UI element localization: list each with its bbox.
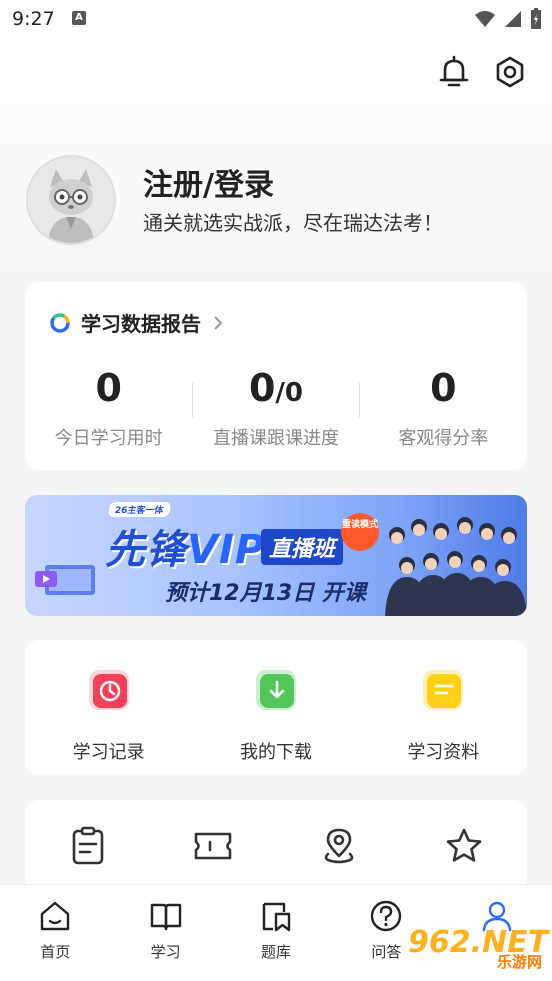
stat-label: 客观得分率 bbox=[398, 428, 489, 449]
stat-label: 直播课跟课进度 bbox=[212, 428, 339, 449]
ticket-icon bbox=[194, 832, 232, 860]
download-icon bbox=[255, 670, 296, 710]
tool-my-downloads[interactable]: 我的下载 bbox=[192, 640, 359, 775]
settings-hex-icon[interactable] bbox=[492, 54, 528, 90]
status-bar: 9:27 A bbox=[0, 0, 552, 40]
stat-score-rate[interactable]: 0 客观得分率 bbox=[360, 364, 527, 450]
clock-icon bbox=[88, 670, 129, 710]
login-subtitle: 通关就选实战派，尽在瑞达法考！ bbox=[143, 211, 443, 235]
avatar-mascot-icon bbox=[28, 157, 114, 243]
tool-label: 学习记录 bbox=[72, 742, 145, 763]
stat-live-progress[interactable]: 0/0 直播课跟课进度 bbox=[192, 364, 360, 450]
banner-title-a: 先锋 bbox=[105, 527, 187, 573]
banner-title-vip: VIP bbox=[187, 527, 266, 573]
signal-icon bbox=[505, 11, 521, 27]
banner-seal: 重读模式 bbox=[341, 513, 379, 551]
bell-icon[interactable] bbox=[436, 54, 472, 90]
bookmark-icon bbox=[262, 902, 291, 932]
teachers-group-image bbox=[385, 517, 527, 616]
tool-study-materials[interactable]: 学习资料 bbox=[360, 640, 527, 775]
battery-icon bbox=[531, 8, 541, 29]
stat-divider bbox=[192, 382, 194, 418]
nav-label: 题库 bbox=[261, 943, 292, 961]
banner-title-box: 直播班 bbox=[261, 529, 344, 565]
notes-icon bbox=[72, 826, 104, 865]
nav-question-bank[interactable]: 题库 bbox=[221, 885, 331, 981]
question-icon bbox=[371, 900, 402, 932]
stat-study-time[interactable]: 0 今日学习用时 bbox=[25, 364, 192, 450]
tool-study-record[interactable]: 学习记录 bbox=[25, 640, 192, 775]
document-icon bbox=[423, 670, 464, 710]
nav-study[interactable]: 学习 bbox=[110, 885, 220, 981]
stat-value-main: 0 bbox=[248, 366, 276, 410]
stat-value: 0 bbox=[95, 366, 122, 410]
watermark-small: 乐游网 bbox=[496, 953, 542, 971]
book-icon bbox=[150, 903, 181, 931]
chevron-right-icon bbox=[214, 315, 223, 330]
stat-label: 今日学习用时 bbox=[54, 428, 163, 449]
nav-label: 首页 bbox=[40, 943, 71, 961]
report-header[interactable]: 学习数据报告 bbox=[49, 308, 225, 337]
tools-card: 学习记录 我的下载 学习资料 bbox=[25, 640, 527, 775]
star-icon bbox=[446, 828, 482, 862]
banner-date: 预计12月13日 开课 bbox=[165, 581, 366, 606]
study-report-card[interactable]: 学习数据报告 0 今日学习用时 0/0 直播课跟课进度 0 客观得分率 bbox=[25, 282, 527, 470]
banner-tag: 26主客一体 bbox=[107, 502, 171, 517]
monitor-icon bbox=[35, 565, 95, 595]
login-title[interactable]: 注册/登录 bbox=[143, 160, 274, 204]
location-icon bbox=[324, 828, 354, 864]
stat-value: 0/0 bbox=[192, 364, 359, 412]
status-time: 9:27 bbox=[12, 8, 55, 30]
report-title: 学习数据报告 bbox=[81, 312, 201, 336]
nav-home[interactable]: 首页 bbox=[0, 885, 110, 981]
report-ring-icon bbox=[50, 312, 70, 333]
home-icon bbox=[41, 901, 70, 931]
tool-label: 学习资料 bbox=[407, 742, 480, 763]
stat-value: 0 bbox=[430, 366, 457, 410]
avatar[interactable] bbox=[26, 155, 116, 245]
notification-a-icon: A bbox=[72, 11, 86, 25]
stat-value-suffix: /0 bbox=[275, 378, 304, 408]
status-icons bbox=[474, 8, 542, 30]
nav-label: 学习 bbox=[150, 943, 181, 961]
watermark-logo: 962.NET 乐游网 bbox=[402, 921, 548, 977]
report-stats: 0 今日学习用时 0/0 直播课跟课进度 0 客观得分率 bbox=[25, 364, 527, 450]
tool-label: 我的下载 bbox=[239, 742, 312, 763]
banner-title: 先锋VIP bbox=[105, 517, 265, 575]
wifi-icon bbox=[475, 11, 495, 27]
vip-banner[interactable]: 26主客一体 先锋VIP 直播班 重读模式 预计12月13日 开课 bbox=[25, 495, 527, 616]
